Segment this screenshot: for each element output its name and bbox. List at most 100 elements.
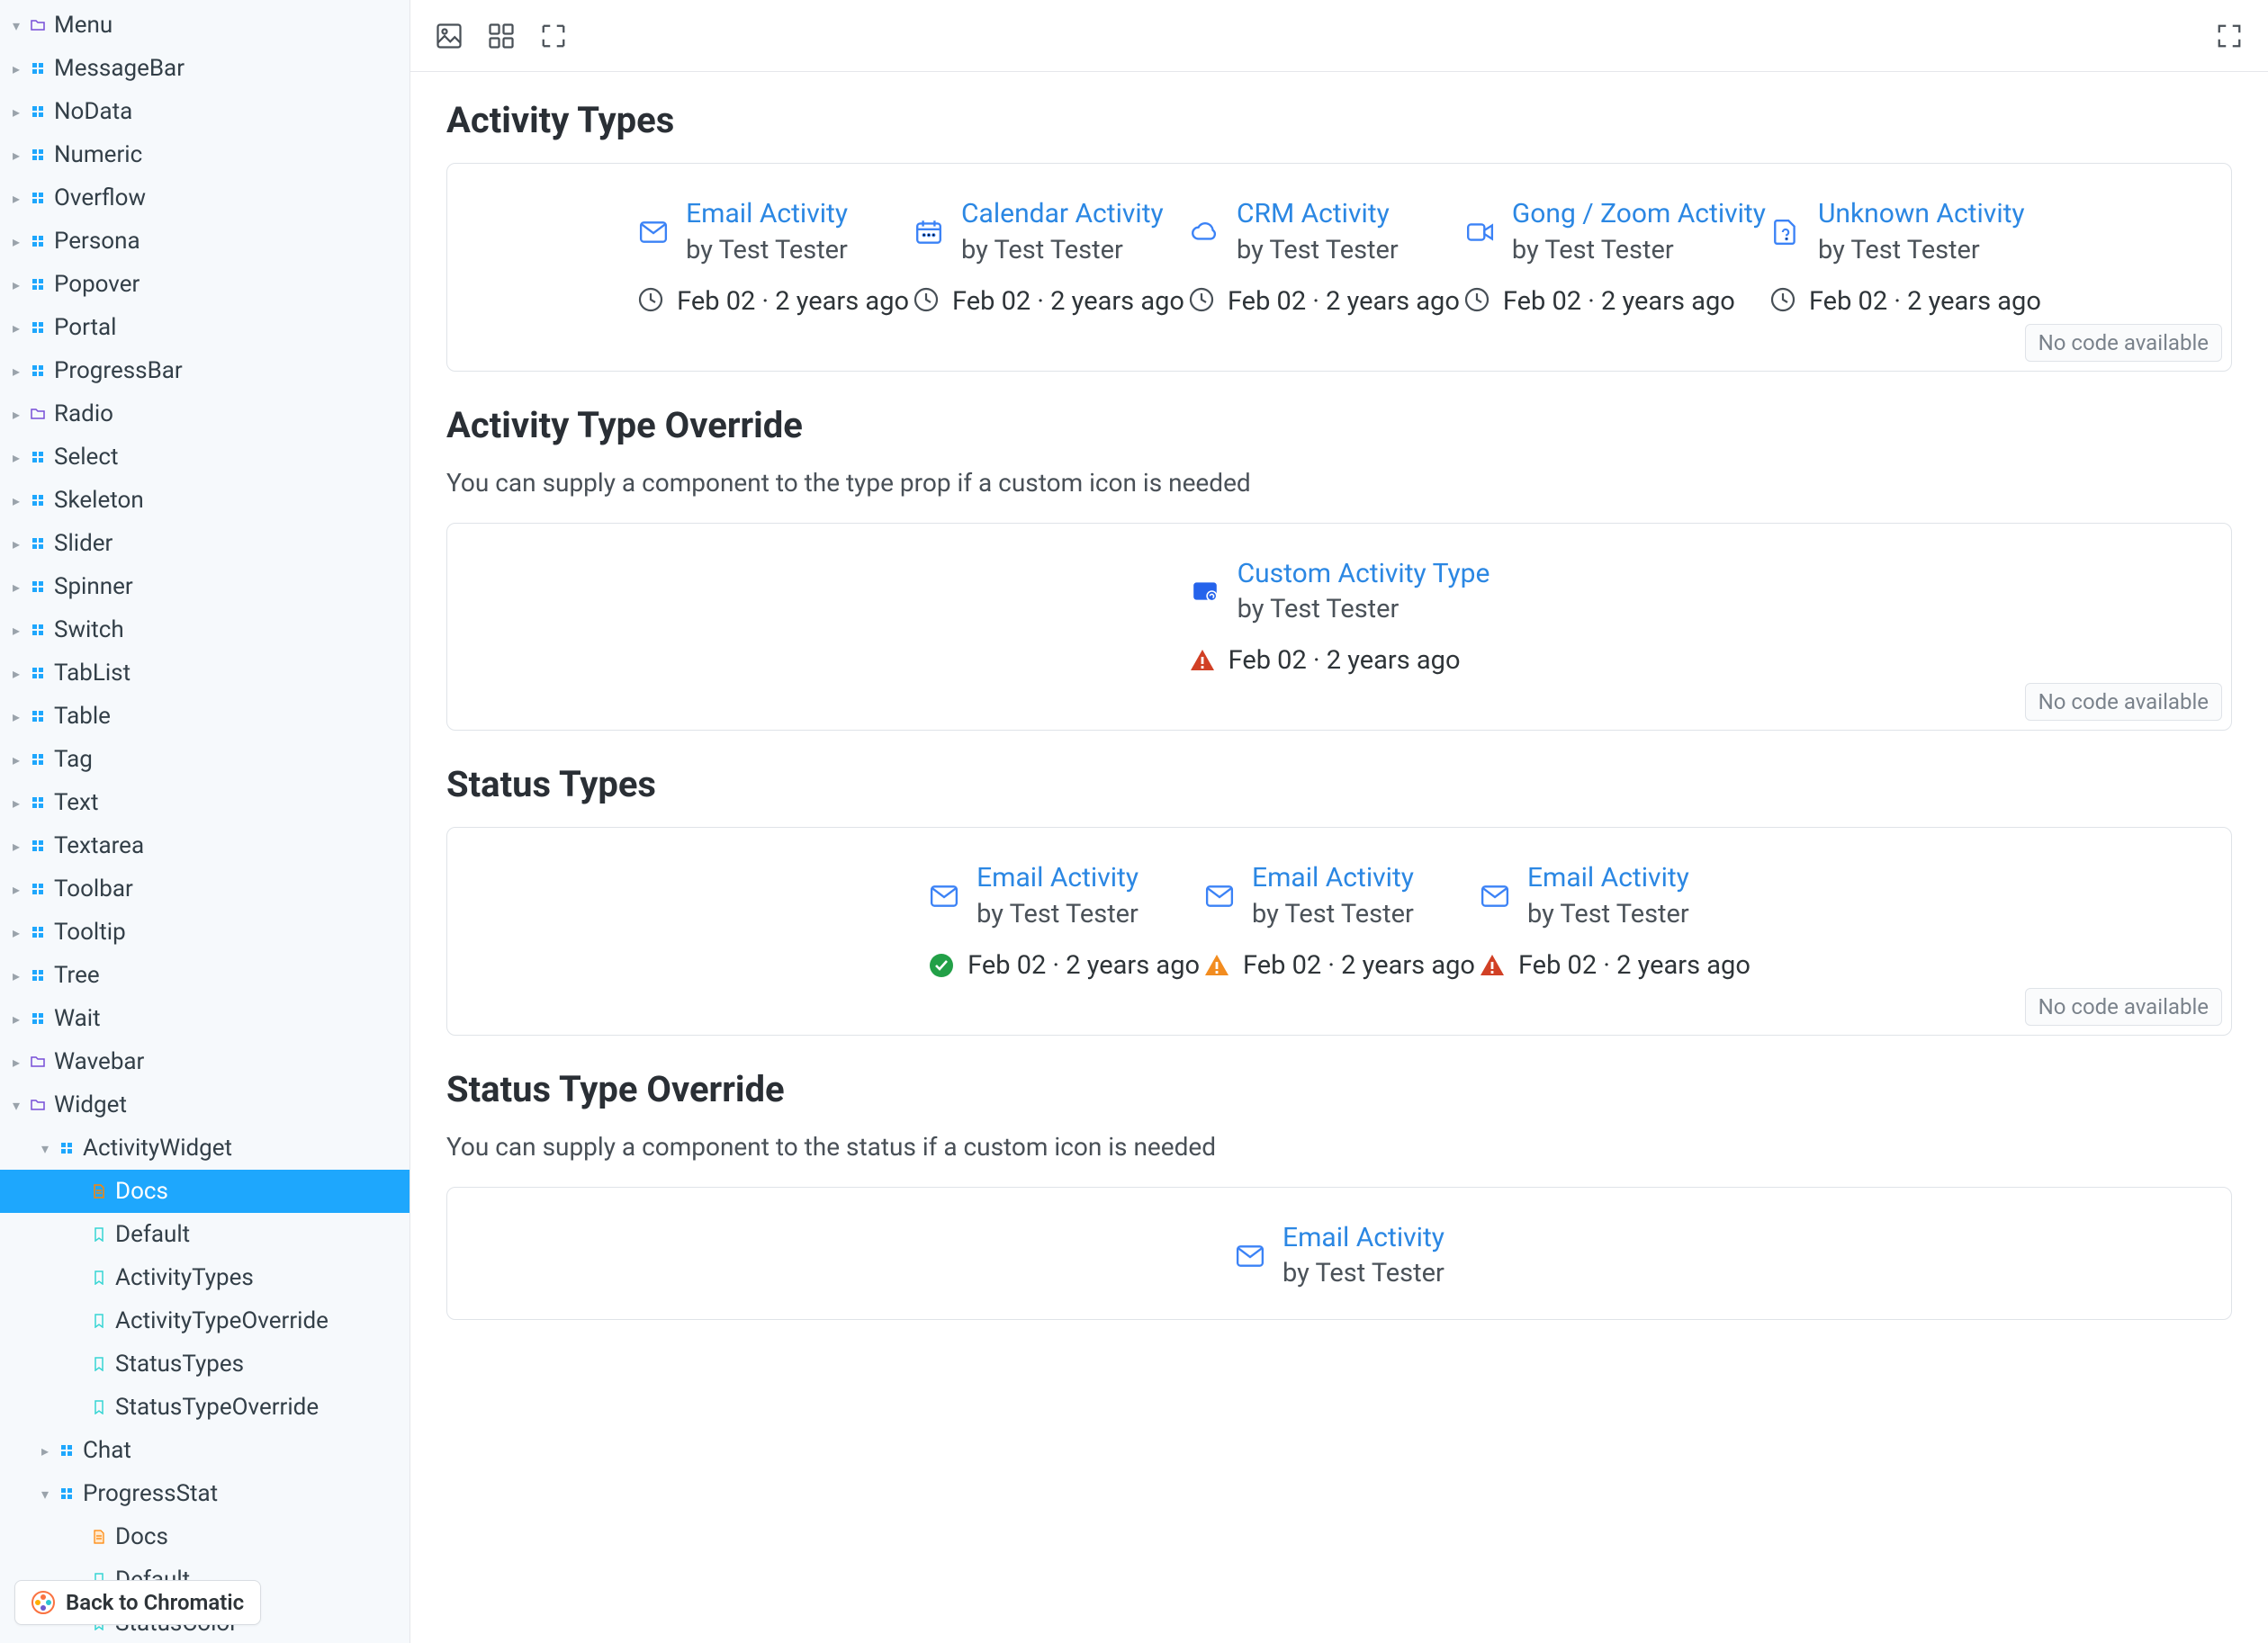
activity-title[interactable]: Email Activity [1282, 1220, 1444, 1257]
sidebar-item-textarea[interactable]: ▸Textarea [0, 824, 410, 867]
sidebar-item-radio[interactable]: ▸Radio [0, 392, 410, 435]
sidebar-item-text[interactable]: ▸Text [0, 781, 410, 824]
sidebar-item-table[interactable]: ▸Table [0, 695, 410, 738]
folder-icon [25, 1055, 50, 1069]
activity-title[interactable]: Custom Activity Type [1238, 556, 1490, 593]
status-error-red-icon [1189, 647, 1216, 674]
folder-icon [25, 407, 50, 421]
status-warning-icon [1203, 952, 1230, 979]
chevron-right-icon: ▸ [7, 406, 25, 423]
sidebar-item-overflow[interactable]: ▸Overflow [0, 176, 410, 220]
component-icon [25, 752, 50, 767]
sidebar-item-tablist[interactable]: ▸TabList [0, 651, 410, 695]
custom-icon [1189, 575, 1221, 607]
activity-title[interactable]: Email Activity [686, 196, 848, 233]
canvas-grid-icon[interactable] [488, 22, 515, 49]
sidebar-item-persona[interactable]: ▸Persona [0, 220, 410, 263]
sidebar-item-label: Docs [112, 1523, 168, 1550]
sidebar-item-widget[interactable]: ▾Widget [0, 1083, 410, 1127]
canvas-outline-icon[interactable] [540, 22, 567, 49]
no-code-badge[interactable]: No code available [2025, 683, 2222, 721]
sidebar-item-tag[interactable]: ▸Tag [0, 738, 410, 781]
sidebar-item-activitytypes[interactable]: ActivityTypes [0, 1256, 410, 1299]
activity-title[interactable]: Calendar Activity [961, 196, 1164, 233]
sidebar-item-menu[interactable]: ▾Menu [0, 4, 410, 47]
component-icon [25, 61, 50, 76]
activity-date: Feb 02 · 2 years ago [1243, 950, 1475, 981]
sidebar-item-progressstat[interactable]: ▾ProgressStat [0, 1472, 410, 1515]
sidebar-item-label: Slider [50, 530, 112, 557]
component-icon [25, 579, 50, 594]
no-code-badge[interactable]: No code available [2025, 988, 2222, 1026]
sidebar-item-skeleton[interactable]: ▸Skeleton [0, 479, 410, 522]
sidebar-item-activitytypeoverride[interactable]: ActivityTypeOverride [0, 1299, 410, 1342]
activity-title[interactable]: Unknown Activity [1818, 196, 2025, 233]
sidebar-item-wavebar[interactable]: ▸Wavebar [0, 1040, 410, 1083]
sidebar-item-tree[interactable]: ▸Tree [0, 954, 410, 997]
sidebar-item-toolbar[interactable]: ▸Toolbar [0, 867, 410, 911]
sidebar-item-spinner[interactable]: ▸Spinner [0, 565, 410, 608]
no-code-badge[interactable]: No code available [2025, 324, 2222, 362]
status-success-icon [928, 952, 955, 979]
activity-item: CRM Activityby Test TesterFeb 02 · 2 yea… [1188, 196, 1460, 317]
activity-date: Feb 02 · 2 years ago [1503, 286, 1735, 317]
activity-subtitle: by Test Tester [1237, 233, 1399, 268]
activity-title[interactable]: Email Activity [1252, 860, 1414, 897]
chevron-right-icon: ▸ [7, 579, 25, 596]
video-icon [1463, 216, 1496, 248]
sidebar-item-activitywidget[interactable]: ▾ActivityWidget [0, 1127, 410, 1170]
activity-title[interactable]: Email Activity [1527, 860, 1689, 897]
sidebar-item-chat[interactable]: ▸Chat [0, 1429, 410, 1472]
sidebar-item-numeric[interactable]: ▸Numeric [0, 133, 410, 176]
clock-icon [637, 286, 664, 317]
sidebar-item-switch[interactable]: ▸Switch [0, 608, 410, 651]
panel-status-types: Email Activityby Test TesterFeb 02 · 2 y… [446, 827, 2232, 1036]
sidebar-item-label: StatusTypes [112, 1351, 244, 1378]
canvas-image-icon[interactable] [436, 22, 463, 49]
sidebar-item-select[interactable]: ▸Select [0, 435, 410, 479]
mail-icon [1479, 880, 1511, 912]
fullscreen-icon[interactable] [2216, 22, 2243, 49]
sidebar-item-messagebar[interactable]: ▸MessageBar [0, 47, 410, 90]
chevron-right-icon: ▸ [7, 449, 25, 466]
activity-date: Feb 02 · 2 years ago [968, 950, 1200, 981]
chevron-right-icon: ▸ [7, 795, 25, 812]
chevron-right-icon: ▸ [7, 924, 25, 941]
sidebar-item-label: ActivityWidget [79, 1135, 232, 1162]
sidebar-item-default[interactable]: Default [0, 1213, 410, 1256]
activity-subtitle: by Test Tester [976, 897, 1138, 932]
clock-icon [1188, 286, 1215, 317]
sidebar-item-slider[interactable]: ▸Slider [0, 522, 410, 565]
chevron-right-icon: ▸ [7, 1010, 25, 1028]
activity-title[interactable]: CRM Activity [1237, 196, 1399, 233]
sidebar-item-nodata[interactable]: ▸NoData [0, 90, 410, 133]
component-icon [25, 623, 50, 637]
sidebar-item-popover[interactable]: ▸Popover [0, 263, 410, 306]
folder-icon [25, 1098, 50, 1112]
docs-content[interactable]: Activity Types Email Activityby Test Tes… [410, 72, 2268, 1643]
sidebar-item-tooltip[interactable]: ▸Tooltip [0, 911, 410, 954]
activity-date: Feb 02 · 2 years ago [1228, 645, 1461, 676]
activity-title[interactable]: Email Activity [976, 860, 1138, 897]
activity-item: Email Activityby Test Tester [1234, 1220, 1444, 1292]
component-icon [25, 191, 50, 205]
sidebar-item-statustypes[interactable]: StatusTypes [0, 1342, 410, 1386]
activity-title[interactable]: Gong / Zoom Activity [1512, 196, 1766, 233]
back-to-chromatic-button[interactable]: Back to Chromatic [14, 1580, 261, 1625]
doc-orange-icon [86, 1530, 112, 1544]
sidebar-item-wait[interactable]: ▸Wait [0, 997, 410, 1040]
sidebar-item-docs[interactable]: Docs [0, 1515, 410, 1558]
sidebar-item-docs[interactable]: Docs [0, 1170, 410, 1213]
activity-subtitle: by Test Tester [961, 233, 1164, 268]
activity-item: Gong / Zoom Activityby Test TesterFeb 02… [1463, 196, 1766, 317]
chevron-right-icon: ▸ [7, 622, 25, 639]
sidebar-item-progressbar[interactable]: ▸ProgressBar [0, 349, 410, 392]
component-icon [25, 104, 50, 119]
component-icon [25, 277, 50, 292]
chevron-right-icon: ▸ [7, 1054, 25, 1071]
chevron-down-icon: ▾ [36, 1486, 54, 1503]
activity-date: Feb 02 · 2 years ago [1809, 286, 2041, 317]
mail-icon [928, 880, 960, 912]
sidebar-item-portal[interactable]: ▸Portal [0, 306, 410, 349]
sidebar-item-statustypeoverride[interactable]: StatusTypeOverride [0, 1386, 410, 1429]
